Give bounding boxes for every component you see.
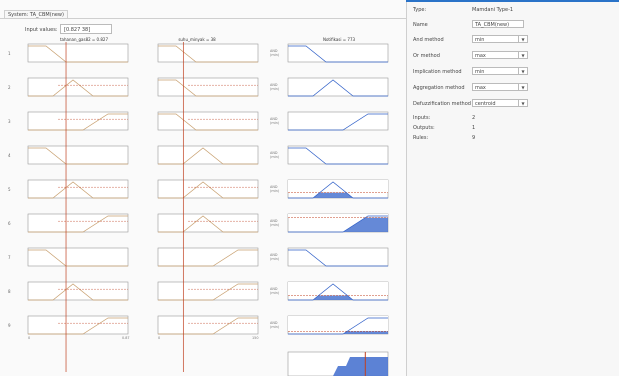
rule-method-label: (min)	[270, 291, 280, 295]
defuzzification-method-label: Defuzzification method	[413, 101, 471, 107]
axis-tick-min: 0	[28, 336, 30, 340]
rule-method-label: (min)	[270, 325, 280, 329]
mf-plot-box	[157, 111, 259, 131]
rule-method-label: (min)	[270, 155, 280, 159]
mf-plot-box	[157, 179, 259, 199]
rules-value: 9	[472, 135, 476, 141]
mf-plot-box	[287, 111, 389, 131]
mf-plot-box	[157, 247, 259, 267]
type-label: Type:	[413, 7, 427, 13]
mf-plot-box	[157, 145, 259, 165]
rule-method-label: (min)	[270, 87, 280, 91]
name-label: Name	[413, 22, 428, 28]
rules-label: Rules:	[413, 135, 429, 141]
mf-plot-box	[157, 281, 259, 301]
rule-number: 2	[8, 85, 11, 90]
or-method-label: Or method	[413, 53, 440, 59]
chevron-down-icon: ▼	[518, 68, 527, 74]
aggregation-method-label: Aggregation method	[413, 85, 465, 91]
mf-plot-box	[287, 77, 389, 97]
rule-plots[interactable]: 1 AND(min)2 AND(min)3 AND(min)4 AND(min)5 AND…	[0, 0, 406, 376]
mf-plot-box	[27, 145, 129, 165]
mf-plot-box	[157, 77, 259, 97]
and-method-select[interactable]: min ▼	[472, 35, 528, 43]
inputs-label: Inputs:	[413, 115, 431, 121]
outputs-label: Outputs:	[413, 125, 435, 131]
mf-plot-box	[287, 43, 389, 63]
mf-plot-box	[27, 179, 129, 199]
rule-number: 8	[8, 289, 11, 294]
rule-number: 9	[8, 323, 11, 328]
mf-plot-box	[27, 247, 129, 267]
mf-plot-box	[157, 43, 259, 63]
chevron-down-icon: ▼	[518, 84, 527, 90]
rule-number: 7	[8, 255, 11, 260]
mf-plot-box	[27, 77, 129, 97]
rule-number: 1	[8, 51, 11, 56]
axis-tick-max: 150	[252, 336, 258, 340]
or-method-select[interactable]: max ▼	[472, 51, 528, 59]
aggregation-method-select[interactable]: max ▼	[472, 83, 528, 91]
rule-number: 3	[8, 119, 11, 124]
mf-plot-box	[287, 247, 389, 267]
mf-plot-box	[27, 315, 129, 335]
inputs-value: 2	[472, 115, 476, 121]
axis-tick-min: 0	[158, 336, 160, 340]
mf-plot-box	[27, 213, 129, 233]
rule-viewer-panel: System: TA_CBM(new) Input values: [0.827…	[0, 0, 407, 376]
mf-plot-box	[287, 145, 389, 165]
properties-panel: Type: Mamdani Type-1 Name TA_CBM(new) An…	[407, 2, 619, 376]
rule-number: 6	[8, 221, 11, 226]
defuzzification-method-select[interactable]: centroid ▼	[472, 99, 528, 107]
mf-plot-box	[27, 111, 129, 131]
chevron-down-icon: ▼	[518, 36, 527, 42]
implication-method-label: Implication method	[413, 69, 462, 75]
rule-method-label: (min)	[270, 53, 280, 57]
rule-number: 4	[8, 153, 11, 158]
implication-method-value: min	[475, 69, 485, 75]
mf-plot-box	[27, 281, 129, 301]
rule-number: 5	[8, 187, 11, 192]
mf-plot-box	[27, 43, 129, 63]
and-method-label: And method	[413, 37, 444, 43]
aggregation-method-value: max	[475, 85, 486, 91]
mf-plot-box	[157, 315, 259, 335]
axis-tick-max: 0.87	[122, 336, 130, 340]
defuzzification-method-value: centroid	[475, 101, 496, 107]
rule-method-label: (min)	[270, 121, 280, 125]
rule-method-label: (min)	[270, 223, 280, 227]
chevron-down-icon: ▼	[518, 52, 527, 58]
rule-method-label: (min)	[270, 189, 280, 193]
implication-method-select[interactable]: min ▼	[472, 67, 528, 75]
mf-fill-mask	[288, 282, 388, 296]
or-method-value: max	[475, 53, 486, 59]
mf-plot-box	[157, 213, 259, 233]
chevron-down-icon: ▼	[518, 100, 527, 106]
and-method-value: min	[475, 37, 485, 43]
outputs-value: 1	[472, 125, 476, 131]
rule-method-label: (min)	[270, 257, 280, 261]
name-field[interactable]: TA_CBM(new)	[472, 20, 524, 28]
type-value: Mamdani Type-1	[472, 7, 514, 13]
